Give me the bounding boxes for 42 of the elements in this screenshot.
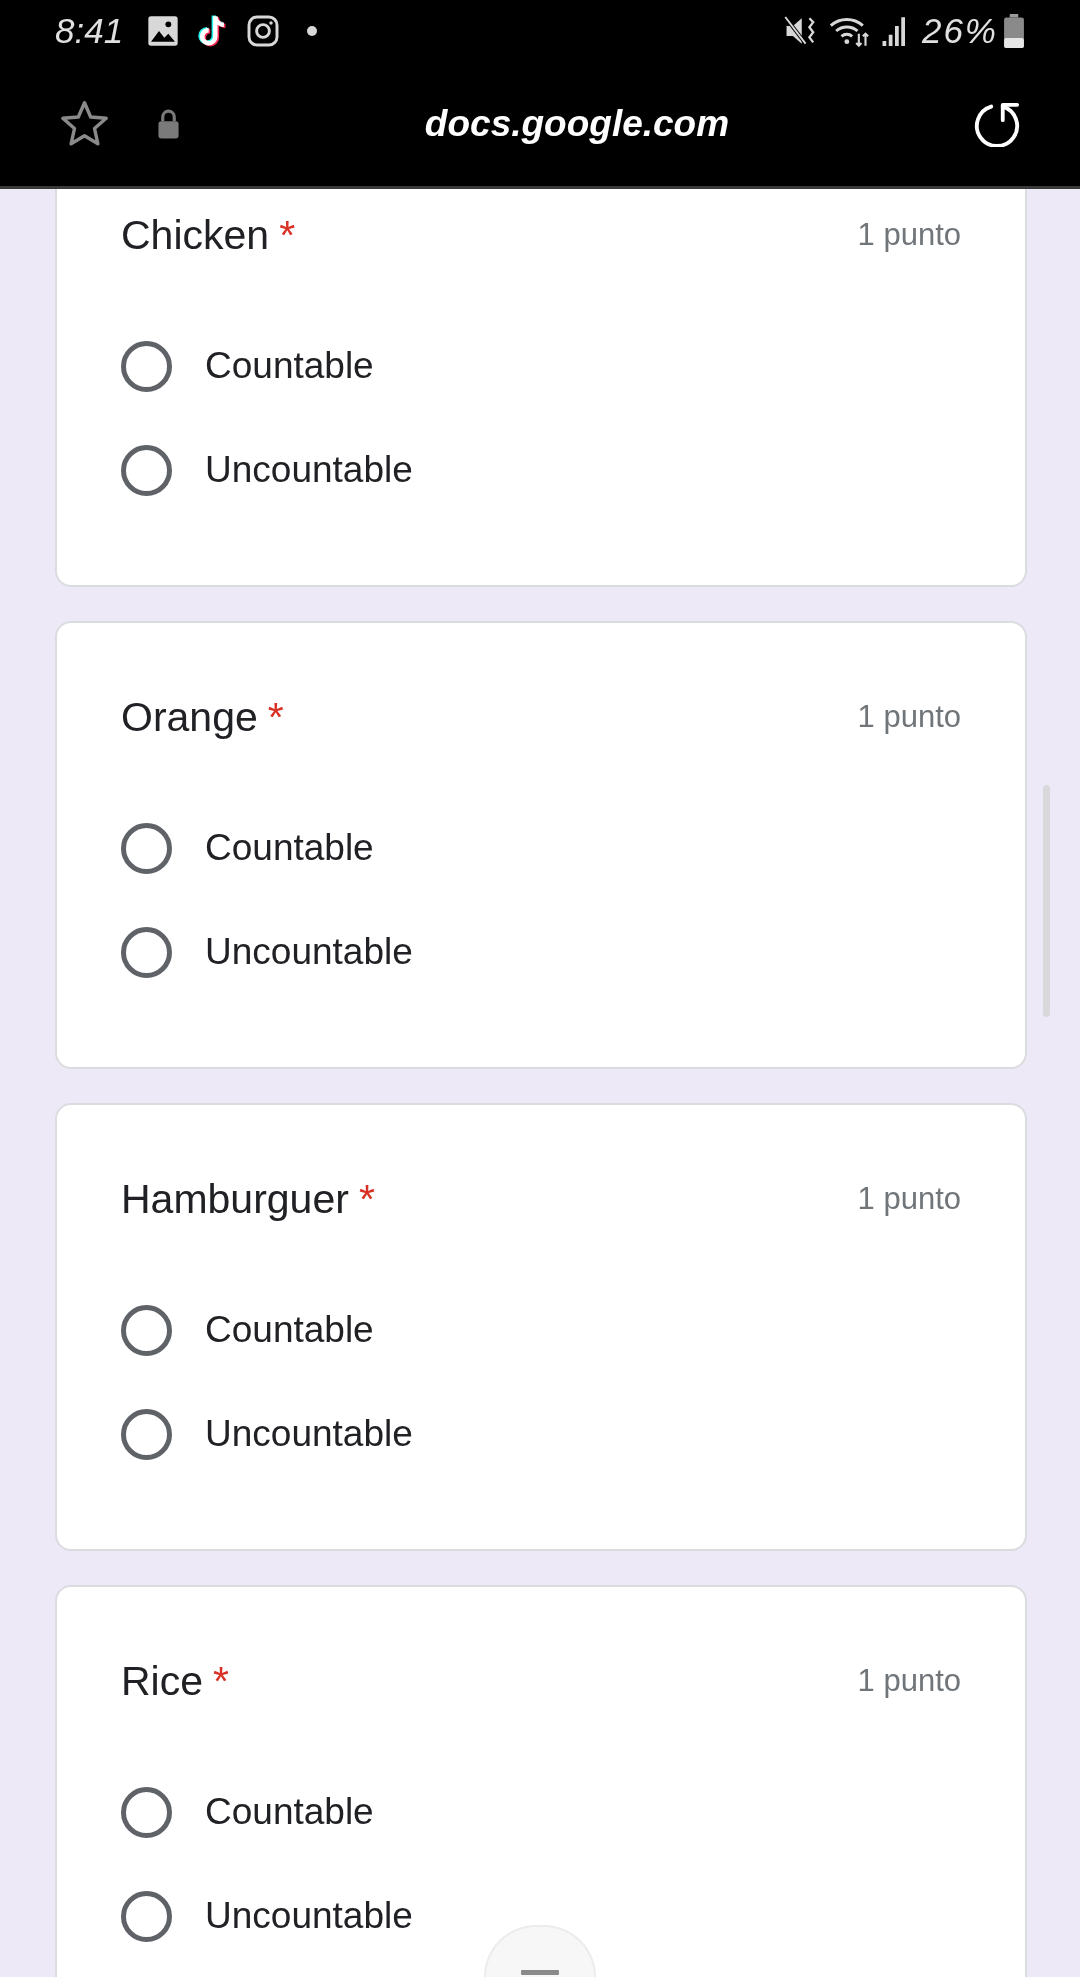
- option-label[interactable]: Uncountable: [205, 1893, 413, 1939]
- radio-button[interactable]: [121, 340, 172, 392]
- question-title: Chicken: [121, 211, 270, 260]
- radio-button[interactable]: [121, 822, 172, 874]
- radio-button[interactable]: [121, 444, 172, 496]
- required-mark: *: [279, 211, 296, 260]
- option-label[interactable]: Uncountable: [205, 929, 413, 975]
- radio-button[interactable]: [121, 1408, 172, 1460]
- option-label[interactable]: Countable: [205, 343, 374, 389]
- status-time: 8:41: [55, 11, 124, 51]
- signal-icon: [881, 16, 908, 46]
- url-text[interactable]: docs.google.com: [424, 101, 730, 147]
- option-label[interactable]: Countable: [205, 1307, 374, 1353]
- battery-icon: [1002, 14, 1026, 48]
- radio-button[interactable]: [121, 926, 172, 978]
- radio-button[interactable]: [121, 1890, 172, 1942]
- radio-button[interactable]: [121, 1786, 172, 1838]
- question-title: Orange: [121, 693, 258, 742]
- battery-percent: 26%: [921, 11, 998, 51]
- minus-icon: [521, 1970, 559, 1975]
- points-label: 1 punto: [857, 698, 961, 736]
- scrollbar[interactable]: [1043, 785, 1050, 1017]
- image-icon: [147, 15, 180, 47]
- points-label: 1 punto: [857, 216, 961, 254]
- question-title: Rice: [121, 1657, 204, 1706]
- option-label[interactable]: Countable: [205, 1789, 374, 1835]
- points-label: 1 punto: [857, 1662, 961, 1700]
- lock-icon: [157, 108, 180, 140]
- option-label[interactable]: Uncountable: [205, 447, 413, 493]
- option-label[interactable]: Countable: [205, 825, 374, 871]
- camera-icon: [247, 15, 280, 47]
- wifi-icon: [828, 15, 870, 47]
- points-label: 1 punto: [857, 1180, 961, 1218]
- required-mark: *: [267, 693, 284, 742]
- question-title: Hamburguer: [121, 1175, 349, 1224]
- reload-icon[interactable]: [974, 101, 1020, 147]
- speaker-muted-icon: [783, 15, 817, 47]
- required-mark: *: [358, 1175, 375, 1224]
- required-mark: *: [213, 1657, 229, 1706]
- option-label[interactable]: Uncountable: [205, 1411, 413, 1457]
- dot-icon: [307, 26, 318, 36]
- radio-button[interactable]: [121, 1304, 172, 1356]
